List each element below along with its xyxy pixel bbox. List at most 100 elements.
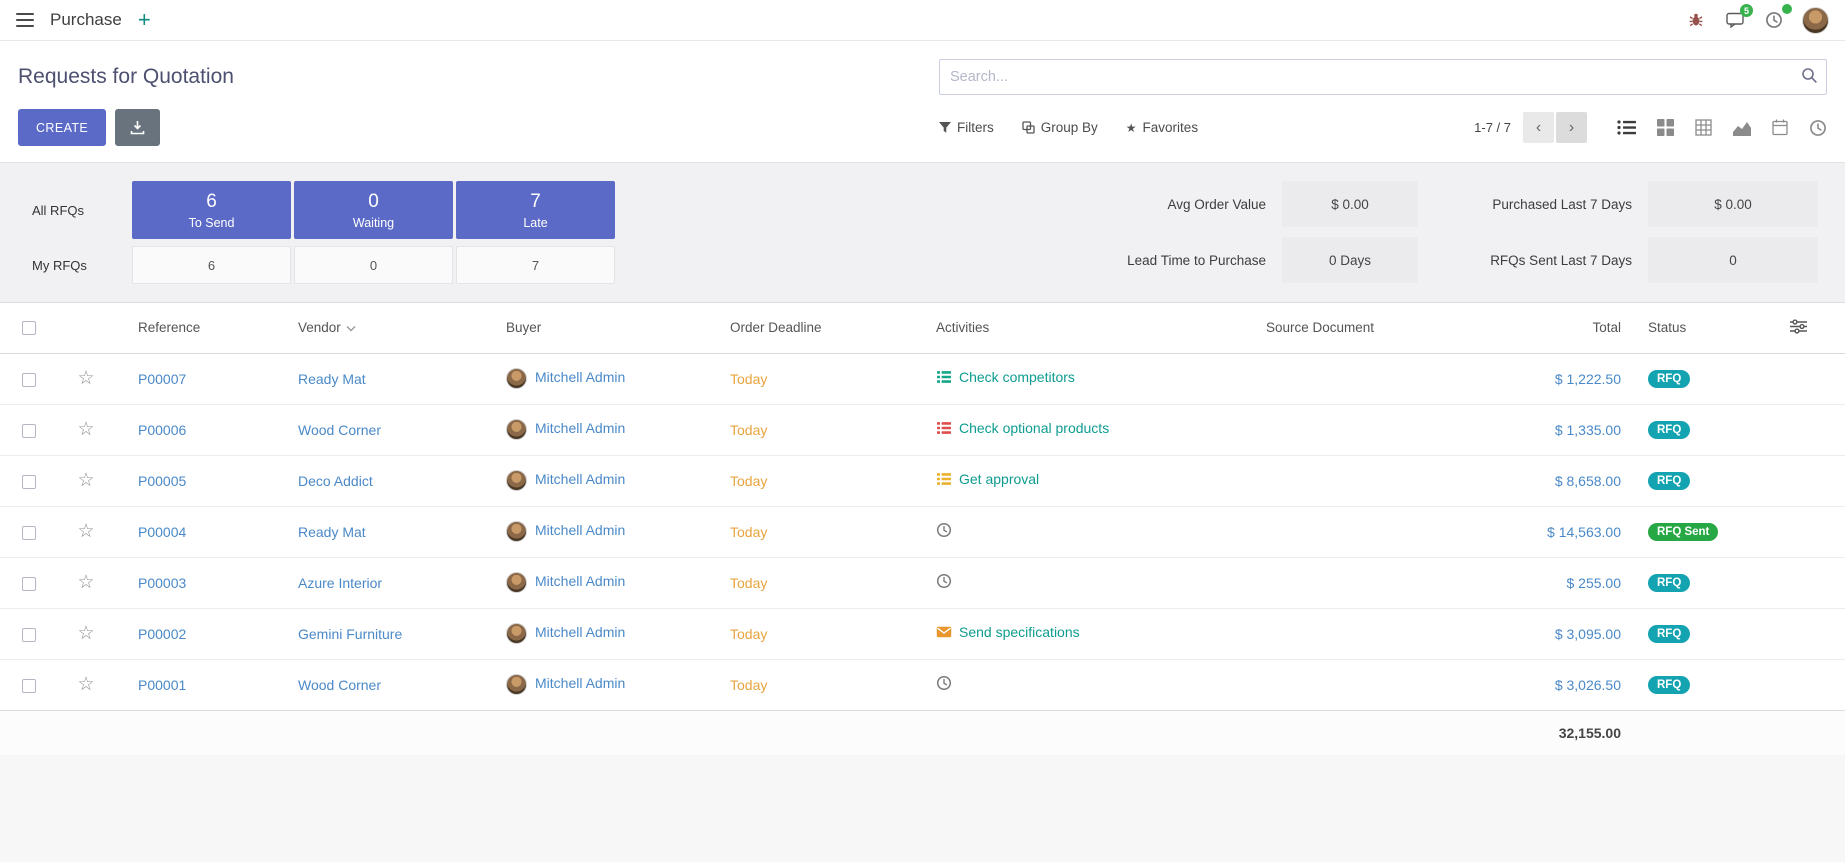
my-waiting[interactable]: 0 [294, 246, 453, 284]
my-late[interactable]: 7 [456, 246, 615, 284]
view-kanban-icon[interactable] [1657, 119, 1674, 136]
favorite-star-icon[interactable]: ☆ [77, 674, 94, 695]
buyer-link[interactable]: Mitchell Admin [535, 420, 625, 436]
optional-columns-icon[interactable] [1790, 322, 1807, 337]
create-button[interactable]: CREATE [18, 109, 106, 146]
metric-value: 0 Days [1282, 237, 1418, 283]
activity-cell[interactable]: Get approval [936, 471, 1039, 487]
metric-label: Lead Time to Purchase [1092, 253, 1282, 268]
row-checkbox[interactable] [22, 526, 36, 540]
table-row[interactable]: ☆ P00004 Ready Mat Mitchell Admin Today … [0, 506, 1845, 557]
favorite-star-icon[interactable]: ☆ [77, 623, 94, 644]
group-by-button[interactable]: Group By [1022, 120, 1098, 135]
buyer-link[interactable]: Mitchell Admin [535, 471, 625, 487]
bug-icon[interactable] [1685, 9, 1707, 31]
view-switcher [1617, 119, 1827, 137]
favorite-star-icon[interactable]: ☆ [77, 419, 94, 440]
total-amount: $ 14,563.00 [1547, 524, 1621, 540]
reference-link[interactable]: P00003 [138, 575, 186, 591]
row-checkbox[interactable] [22, 373, 36, 387]
row-checkbox[interactable] [22, 628, 36, 642]
table-row[interactable]: ☆ P00002 Gemini Furniture Mitchell Admin… [0, 608, 1845, 659]
row-checkbox[interactable] [22, 424, 36, 438]
vendor-link[interactable]: Ready Mat [298, 524, 366, 540]
favorite-star-icon[interactable]: ☆ [77, 521, 94, 542]
buyer-avatar [506, 419, 527, 440]
buyer-link[interactable]: Mitchell Admin [535, 624, 625, 640]
order-deadline-value: Today [730, 524, 767, 540]
plus-icon[interactable]: + [138, 10, 151, 30]
app-name[interactable]: Purchase [50, 10, 122, 30]
activity-cell[interactable] [936, 522, 959, 538]
search-input[interactable] [939, 59, 1827, 95]
download-button[interactable] [115, 109, 160, 146]
reference-link[interactable]: P00002 [138, 626, 186, 642]
view-activity-icon[interactable] [1809, 119, 1827, 137]
header-buyer[interactable]: Buyer [506, 303, 730, 353]
select-all-checkbox[interactable] [22, 321, 36, 335]
vendor-link[interactable]: Deco Addict [298, 473, 373, 489]
vendor-link[interactable]: Wood Corner [298, 422, 381, 438]
view-calendar-icon[interactable] [1772, 119, 1788, 136]
user-avatar[interactable] [1802, 7, 1829, 34]
reference-link[interactable]: P00005 [138, 473, 186, 489]
activity-cell[interactable] [936, 675, 959, 691]
buyer-link[interactable]: Mitchell Admin [535, 522, 625, 538]
tile-to-send[interactable]: 6 To Send [132, 181, 291, 239]
header-reference[interactable]: Reference [114, 303, 298, 353]
buyer-link[interactable]: Mitchell Admin [535, 573, 625, 589]
messages-icon[interactable]: 5 [1724, 9, 1746, 31]
header-source-document[interactable]: Source Document [1266, 303, 1486, 353]
reference-link[interactable]: P00001 [138, 677, 186, 693]
my-rfqs-label[interactable]: My RFQs [32, 246, 129, 284]
all-rfqs-label[interactable]: All RFQs [32, 181, 129, 239]
favorite-star-icon[interactable]: ☆ [77, 368, 94, 389]
reference-link[interactable]: P00007 [138, 371, 186, 387]
row-checkbox[interactable] [22, 577, 36, 591]
header-order-deadline[interactable]: Order Deadline [730, 303, 936, 353]
row-checkbox[interactable] [22, 475, 36, 489]
dashboard-metrics: Avg Order Value $ 0.00 Purchased Last 7 … [1092, 181, 1818, 283]
menu-icon[interactable] [16, 13, 34, 27]
buyer-link[interactable]: Mitchell Admin [535, 675, 625, 691]
view-graph-icon[interactable] [1733, 120, 1751, 136]
reference-link[interactable]: P00004 [138, 524, 186, 540]
activity-cell[interactable] [936, 573, 959, 589]
table-row[interactable]: ☆ P00006 Wood Corner Mitchell Admin Toda… [0, 404, 1845, 455]
favorite-star-icon[interactable]: ☆ [77, 470, 94, 491]
activity-cell[interactable]: Check competitors [936, 369, 1075, 385]
filters-button[interactable]: Filters [939, 120, 994, 135]
page-title: Requests for Quotation [18, 65, 234, 89]
buyer-avatar [506, 470, 527, 491]
vendor-link[interactable]: Azure Interior [298, 575, 382, 591]
tile-late[interactable]: 7 Late [456, 181, 615, 239]
reference-link[interactable]: P00006 [138, 422, 186, 438]
activity-cell[interactable]: Send specifications [936, 624, 1080, 640]
table-row[interactable]: ☆ P00001 Wood Corner Mitchell Admin Toda… [0, 659, 1845, 710]
favorites-button[interactable]: ★ Favorites [1126, 120, 1198, 135]
order-deadline-value: Today [730, 473, 767, 489]
buyer-link[interactable]: Mitchell Admin [535, 369, 625, 385]
activity-cell[interactable]: Check optional products [936, 420, 1109, 436]
row-checkbox[interactable] [22, 679, 36, 693]
vendor-link[interactable]: Gemini Furniture [298, 626, 402, 642]
search-icon[interactable] [1801, 67, 1818, 89]
favorite-star-icon[interactable]: ☆ [77, 572, 94, 593]
table-row[interactable]: ☆ P00007 Ready Mat Mitchell Admin Today … [0, 353, 1845, 404]
table-row[interactable]: ☆ P00005 Deco Addict Mitchell Admin Toda… [0, 455, 1845, 506]
buyer-avatar [506, 623, 527, 644]
pager-next-button[interactable]: › [1556, 112, 1587, 143]
header-vendor[interactable]: Vendor [298, 303, 506, 353]
view-pivot-icon[interactable] [1695, 119, 1712, 136]
my-to-send[interactable]: 6 [132, 246, 291, 284]
vendor-link[interactable]: Wood Corner [298, 677, 381, 693]
pager-prev-button[interactable]: ‹ [1523, 112, 1554, 143]
vendor-link[interactable]: Ready Mat [298, 371, 366, 387]
header-status[interactable]: Status [1621, 303, 1751, 353]
view-list-icon[interactable] [1617, 119, 1636, 136]
tile-waiting[interactable]: 0 Waiting [294, 181, 453, 239]
table-row[interactable]: ☆ P00003 Azure Interior Mitchell Admin T… [0, 557, 1845, 608]
header-activities[interactable]: Activities [936, 303, 1266, 353]
header-total[interactable]: Total [1486, 303, 1621, 353]
activities-icon[interactable] [1763, 9, 1785, 31]
